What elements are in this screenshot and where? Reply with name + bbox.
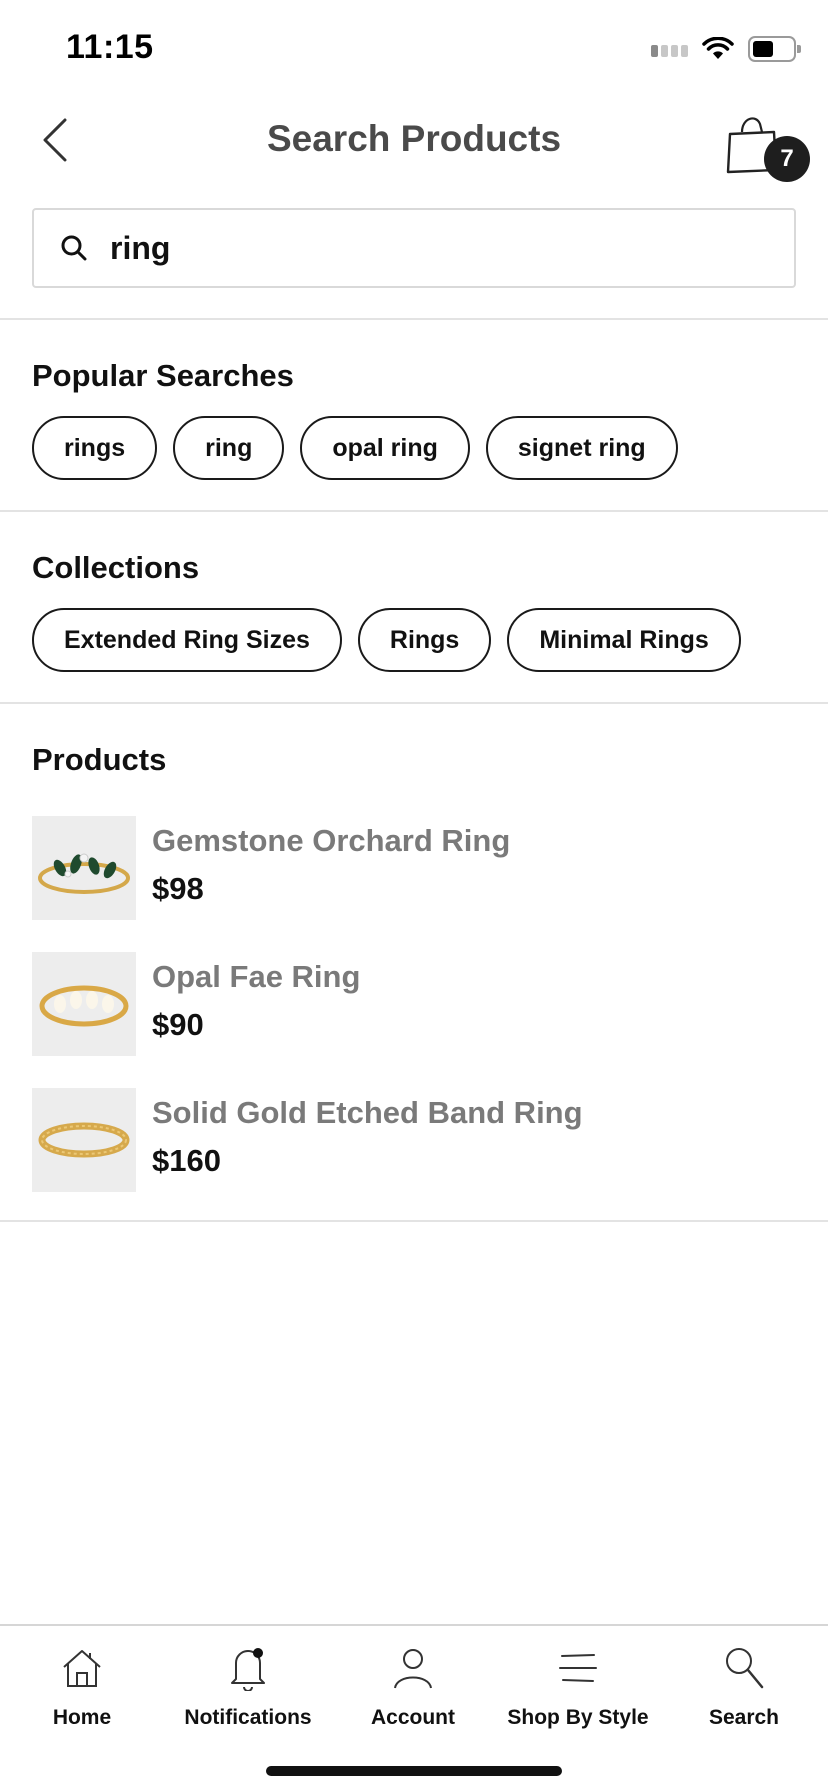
product-name: Solid Gold Etched Band Ring [152,1095,583,1130]
popular-searches-chips: rings ring opal ring signet ring [32,416,678,480]
home-icon [56,1642,108,1694]
collection-chip[interactable]: Extended Ring Sizes [32,608,342,672]
product-thumbnail [32,1088,136,1192]
products-title: Products [32,742,167,777]
collections-chips: Extended Ring Sizes Rings Minimal Rings [32,608,741,672]
tab-label: Search [708,1706,780,1729]
popular-search-chip[interactable]: ring [173,416,285,480]
cart-count-badge: 7 [764,136,810,182]
search-field[interactable] [32,208,796,288]
collection-chip[interactable]: Minimal Rings [507,608,741,672]
status-bar: 11:15 [0,0,828,100]
tab-search[interactable]: Search [669,1642,819,1742]
product-info: Opal Fae Ring $90 [152,952,360,1056]
product-price: $90 [152,1007,204,1042]
product-name: Gemstone Orchard Ring [152,823,511,858]
wifi-icon [702,37,734,59]
product-item[interactable]: Solid Gold Etched Band Ring $160 [32,1088,796,1192]
product-info: Gemstone Orchard Ring $98 [152,816,510,920]
tab-home[interactable]: Home [7,1642,157,1742]
tab-label: Account [371,1706,455,1729]
divider [0,702,828,704]
cellular-signal-icon [651,41,688,57]
divider [0,510,828,512]
popular-search-chip[interactable]: opal ring [300,416,470,480]
status-time: 11:15 [66,28,154,66]
search-input[interactable] [110,229,770,267]
product-name: Opal Fae Ring [152,959,361,994]
tab-account[interactable]: Account [338,1642,488,1742]
person-icon [387,1642,439,1694]
product-info: Solid Gold Etched Band Ring $160 [152,1088,583,1192]
magnifier-icon [718,1642,770,1694]
popular-searches-title: Popular Searches [32,358,294,393]
tab-label: Shop By Style [507,1706,649,1729]
product-thumbnail [32,952,136,1056]
status-indicators [651,36,801,62]
product-item[interactable]: Opal Fae Ring $90 [32,952,796,1056]
bell-icon [222,1642,274,1694]
divider [0,1220,828,1222]
product-price: $98 [152,871,204,906]
collection-chip[interactable]: Rings [357,608,492,672]
header: Search Products 7 [0,100,828,182]
tab-notifications[interactable]: Notifications [173,1642,323,1742]
page-title: Search Products [266,118,562,159]
cart-button[interactable]: 7 [716,104,812,184]
battery-icon [748,36,801,62]
divider [0,318,828,320]
menu-lines-icon [552,1642,604,1694]
product-price: $160 [152,1143,221,1178]
product-item[interactable]: Gemstone Orchard Ring $98 [32,816,796,920]
search-icon [58,232,90,264]
tab-label: Home [52,1706,112,1729]
home-indicator [266,1766,562,1776]
product-thumbnail [32,816,136,920]
popular-search-chip[interactable]: rings [32,416,158,480]
collections-title: Collections [32,550,200,585]
tab-shop-by-style[interactable]: Shop By Style [503,1642,653,1742]
popular-search-chip[interactable]: signet ring [485,416,678,480]
tab-label: Notifications [184,1706,312,1729]
